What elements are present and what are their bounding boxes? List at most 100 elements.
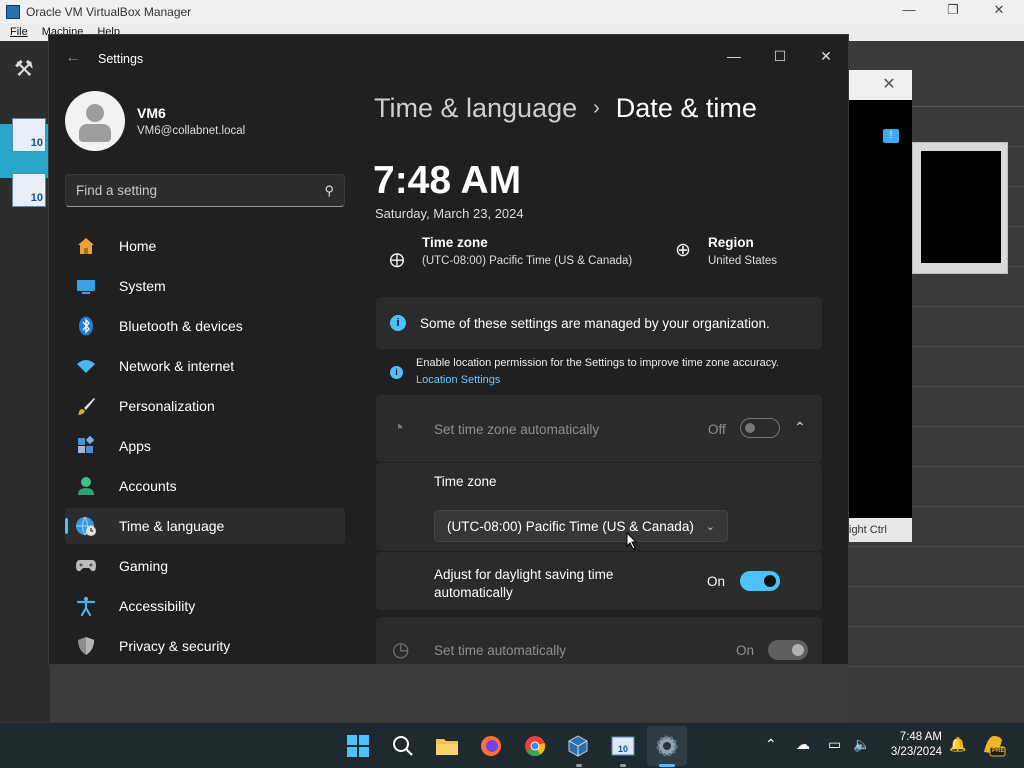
globe-clock-icon	[75, 515, 97, 537]
set-time-zone-auto-label: Set time zone automatically	[434, 422, 600, 437]
nav-item-label: Apps	[119, 438, 151, 454]
system-clock[interactable]: 7:48 AM 3/23/2024	[874, 730, 942, 760]
info-icon: i	[390, 366, 403, 379]
location-settings-link[interactable]: Location Settings	[416, 374, 500, 386]
close-icon[interactable]: ✕	[803, 41, 848, 71]
nav-item-label: Network & internet	[119, 358, 235, 374]
nav-item-label: Home	[119, 238, 157, 254]
daylight-saving-toggle[interactable]	[740, 571, 780, 591]
nav-item-label: Accessibility	[119, 598, 196, 614]
volume-muted-icon[interactable]: 🔈	[853, 736, 870, 753]
time-zone-dropdown[interactable]: (UTC-08:00) Pacific Time (US & Canada) ⌄	[434, 510, 728, 542]
region-title: Region	[708, 235, 754, 250]
current-date: Saturday, March 23, 2024	[375, 206, 524, 221]
home-icon	[75, 235, 97, 257]
person-icon	[75, 475, 97, 497]
notification-bell-icon[interactable]: 🔔	[949, 736, 966, 753]
nav-item-accounts[interactable]: Accounts	[65, 468, 345, 504]
nav-item-time-language[interactable]: Time & language	[65, 508, 345, 544]
set-time-auto-toggle[interactable]	[768, 640, 808, 660]
region-summary: ⊕ Region United States	[672, 235, 777, 267]
nav-item-gaming[interactable]: Gaming	[65, 548, 345, 584]
file-explorer-icon[interactable]	[434, 733, 460, 759]
windows-start-icon[interactable]	[345, 733, 371, 759]
gamepad-icon	[75, 555, 97, 577]
set-time-auto-state: On	[736, 643, 755, 658]
restore-icon[interactable]: ❐	[939, 2, 967, 18]
virtualbox-icon	[6, 4, 20, 19]
time-zone-dropdown-value: (UTC-08:00) Pacific Time (US & Canada)	[447, 518, 694, 534]
network-icon[interactable]: ▭	[828, 736, 841, 753]
set-time-zone-auto-row: ◔ Set time zone automatically Off ⌃	[376, 395, 822, 462]
nav-item-personalization[interactable]: Personalization	[65, 388, 345, 424]
avatar[interactable]	[65, 91, 125, 151]
time-zone-value: (UTC-08:00) Pacific Time (US & Canada)	[422, 255, 633, 267]
firefox-icon[interactable]	[478, 733, 504, 759]
nav-item-label: Time & language	[119, 518, 225, 534]
nav-item-network[interactable]: Network & internet	[65, 348, 345, 384]
host-key-label: ight Ctrl	[849, 524, 887, 536]
daylight-saving-state: On	[707, 574, 726, 589]
search-icon[interactable]: ⚲	[324, 183, 334, 199]
vm-preview	[912, 142, 1008, 274]
vm-window-icon[interactable]: 10	[610, 733, 636, 759]
copilot-icon[interactable]: PRE	[980, 732, 1006, 758]
apps-icon	[75, 435, 97, 457]
nav-item-label: Gaming	[119, 558, 169, 574]
set-time-auto-row: ◷ Set time automatically On	[376, 617, 822, 664]
time-zone-title: Time zone	[422, 235, 488, 250]
nav-item-accessibility[interactable]: Accessibility	[65, 588, 345, 624]
minimize-icon[interactable]: —	[711, 41, 757, 71]
settings-titlebar: ← Settings — ☐ ✕	[49, 35, 848, 81]
chevron-up-icon[interactable]: ⌃	[794, 419, 806, 436]
taskbar-date: 3/23/2024	[890, 746, 942, 758]
notification-icon[interactable]: !	[883, 129, 899, 143]
close-icon[interactable]: ✕	[985, 2, 1013, 18]
globe-clock-icon: 🜨	[389, 251, 405, 272]
tools-icon[interactable]: ⚒	[14, 56, 46, 88]
nav-item-apps[interactable]: Apps	[65, 428, 345, 464]
daylight-saving-row: Adjust for daylight saving time automati…	[376, 552, 822, 610]
nav-item-home[interactable]: Home	[65, 228, 345, 264]
running-indicator	[576, 764, 582, 767]
search-input[interactable]	[76, 183, 296, 198]
set-time-zone-auto-state: Off	[708, 422, 726, 437]
nav-item-privacy[interactable]: Privacy & security	[65, 628, 345, 664]
maximize-icon[interactable]: ☐	[757, 41, 803, 71]
vm-list-item-2[interactable]: 10	[12, 173, 46, 207]
nav-item-label: Bluetooth & devices	[119, 318, 243, 334]
vm-console-window[interactable]	[849, 70, 912, 542]
globe-clock-icon: ◔	[392, 417, 405, 439]
vm-console-close-icon[interactable]: ✕	[877, 73, 901, 97]
vm-badge: 10	[30, 137, 43, 149]
settings-nav: Home System Bluetooth & devices Network …	[65, 228, 345, 664]
vm-list-item-1[interactable]: 10	[12, 118, 46, 152]
running-indicator	[620, 764, 626, 767]
time-zone-summary: 🜨 Time zone (UTC-08:00) Pacific Time (US…	[386, 235, 632, 278]
mouse-cursor-icon	[626, 532, 638, 550]
breadcrumb-parent[interactable]: Time & language	[374, 93, 577, 124]
virtualbox-titlebar: Oracle VM VirtualBox Manager — ❐ ✕	[0, 0, 1024, 23]
search-box[interactable]: ⚲	[65, 174, 345, 207]
menu-file[interactable]: File	[10, 26, 28, 38]
nav-item-bluetooth[interactable]: Bluetooth & devices	[65, 308, 345, 344]
nav-item-label: Accounts	[119, 478, 177, 494]
nav-item-label: System	[119, 278, 166, 294]
info-icon: i	[390, 315, 406, 331]
org-managed-text: Some of these settings are managed by yo…	[420, 315, 770, 331]
nav-item-system[interactable]: System	[65, 268, 345, 304]
org-managed-notice: i Some of these settings are managed by …	[376, 297, 822, 349]
search-icon[interactable]	[390, 733, 416, 759]
cloud-offline-icon[interactable]: ☁	[796, 736, 810, 753]
nav-item-label: Privacy & security	[119, 638, 231, 654]
chrome-icon[interactable]	[522, 733, 548, 759]
back-arrow-icon[interactable]: ←	[65, 49, 81, 67]
virtualbox-icon[interactable]	[565, 733, 591, 759]
current-time: 7:48 AM	[373, 159, 522, 202]
chevron-up-icon[interactable]: ⌃	[765, 736, 777, 753]
region-value: United States	[708, 255, 778, 267]
set-time-zone-auto-toggle[interactable]	[740, 418, 780, 438]
minimize-icon[interactable]: —	[895, 2, 923, 17]
time-zone-selector-label: Time zone	[434, 474, 497, 489]
settings-gear-icon[interactable]	[654, 733, 680, 759]
